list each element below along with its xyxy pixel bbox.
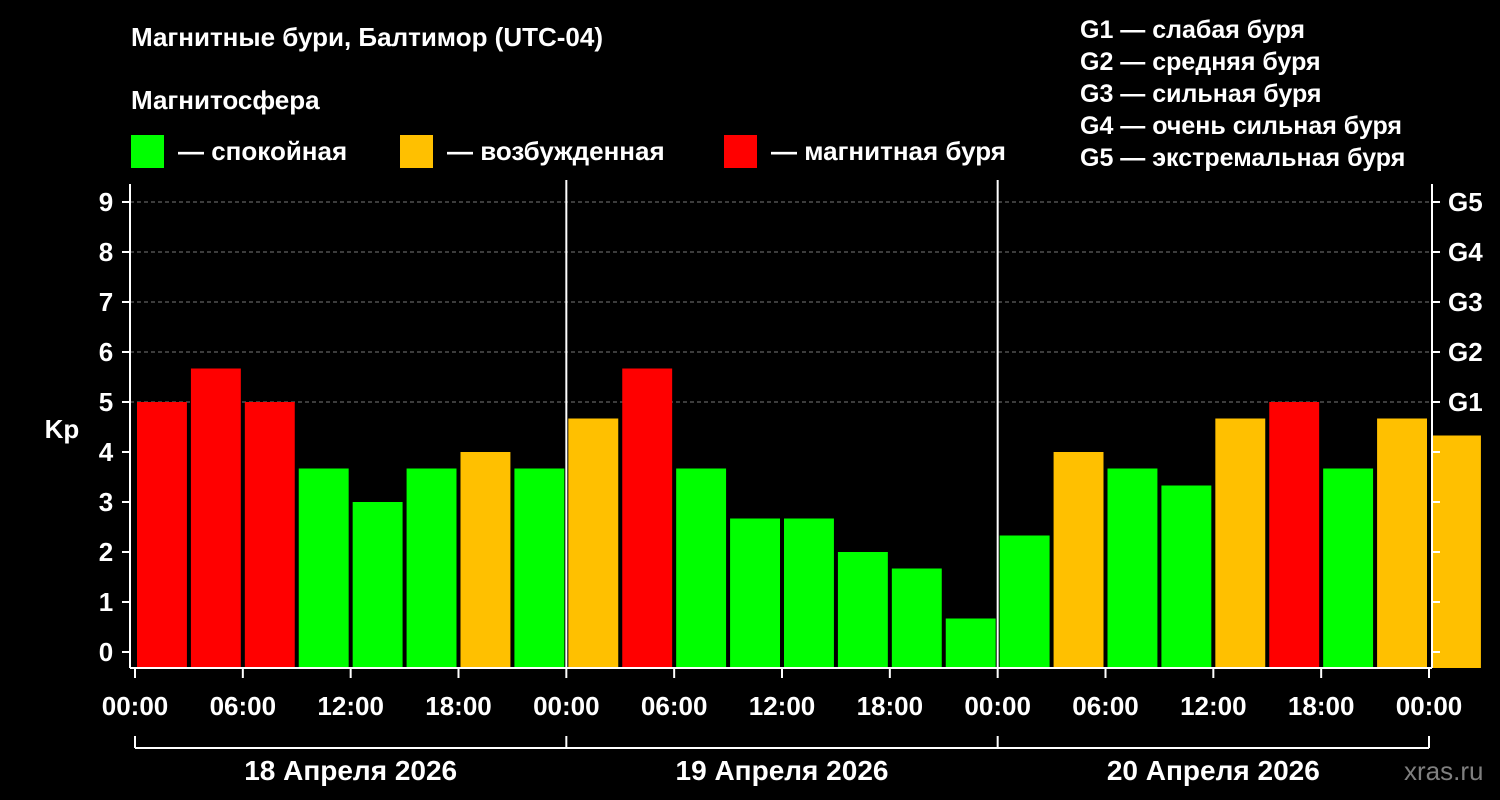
g-level-label: G5	[1448, 187, 1483, 217]
kp-bar	[1107, 468, 1158, 668]
y-tick-label: 1	[99, 587, 113, 617]
kp-bar	[1215, 418, 1266, 668]
watermark: xras.ru	[1404, 756, 1484, 786]
kp-bar	[622, 368, 673, 668]
x-tick-label: 06:00	[641, 691, 708, 721]
kp-bar	[945, 618, 996, 668]
y-tick-label: 9	[99, 187, 113, 217]
kp-bar	[1323, 468, 1374, 668]
x-tick-label: 00:00	[1396, 691, 1463, 721]
kp-chart: 0 1 2 3 4 5 6 7 8 9 G1 G2 G3 G4 G5 Kp 00:00 06:00 12:00 18:…	[45, 180, 1483, 786]
y-tick-label: 7	[99, 287, 113, 317]
kp-bar	[406, 468, 457, 668]
g-level-label: G3	[1448, 287, 1483, 317]
g-level-label: G1	[1448, 387, 1483, 417]
x-tick-label: 18:00	[1288, 691, 1355, 721]
kp-bar	[999, 535, 1050, 668]
y-tick-label: 2	[99, 537, 113, 567]
x-tick-label: 06:00	[1072, 691, 1139, 721]
y-tick-label: 8	[99, 237, 113, 267]
x-tick-label: 00:00	[964, 691, 1031, 721]
kp-bar	[190, 368, 241, 668]
g-level-label: G4	[1448, 237, 1483, 267]
kp-bar	[1161, 485, 1212, 668]
y-tick-label: 3	[99, 487, 113, 517]
x-tick-label: 00:00	[102, 691, 169, 721]
y-tick-label: 5	[99, 387, 113, 417]
day-label: 19 Апреля 2026	[676, 755, 889, 786]
kp-bar	[137, 402, 187, 668]
y-axis-label: Kp	[45, 414, 80, 444]
x-tick-label: 18:00	[857, 691, 924, 721]
x-tick-label: 12:00	[749, 691, 816, 721]
kp-bar	[891, 568, 942, 668]
kp-bar	[676, 468, 727, 668]
kp-bar	[568, 418, 619, 668]
y-tick-label: 4	[99, 437, 114, 467]
kp-bar	[837, 552, 888, 668]
x-tick-label: 06:00	[210, 691, 277, 721]
kp-bar	[352, 502, 403, 668]
kp-bar	[1377, 418, 1427, 668]
x-tick-label: 18:00	[425, 691, 492, 721]
kp-bar	[460, 452, 511, 668]
g-level-label: G2	[1448, 337, 1483, 367]
kp-bar	[1269, 402, 1320, 668]
kp-bar	[1053, 452, 1104, 668]
kp-bar	[730, 518, 780, 668]
y-tick-label: 0	[99, 637, 113, 667]
kp-bar	[244, 402, 295, 668]
x-tick-label: 12:00	[1180, 691, 1247, 721]
y-tick-label: 6	[99, 337, 113, 367]
kp-bar	[298, 468, 349, 668]
x-tick-label: 00:00	[533, 691, 600, 721]
x-tick-label: 12:00	[317, 691, 384, 721]
kp-bar	[784, 518, 834, 668]
day-label: 20 Апреля 2026	[1107, 755, 1320, 786]
kp-bar	[514, 468, 565, 668]
day-label: 18 Апреля 2026	[244, 755, 457, 786]
